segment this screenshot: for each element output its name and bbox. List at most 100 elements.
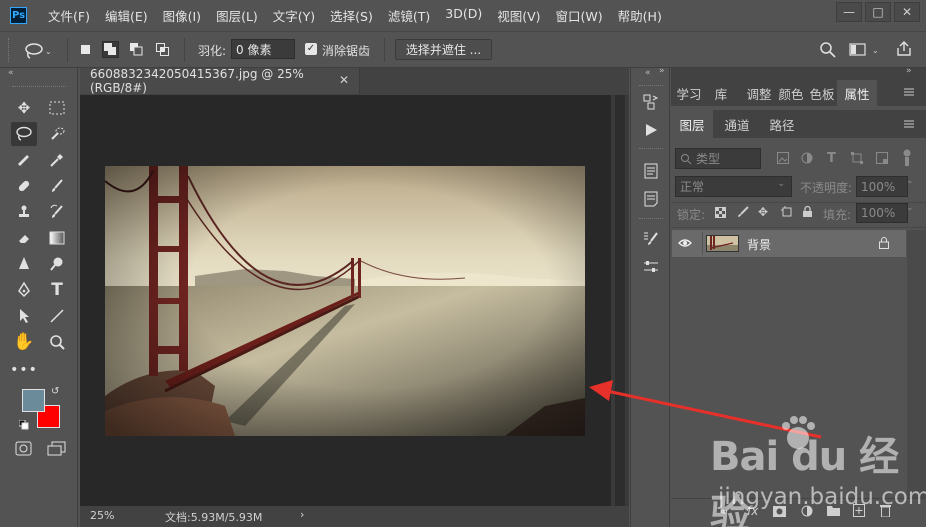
- crop-tool-icon[interactable]: [11, 148, 37, 172]
- chevron-down-icon[interactable]: ⌄: [906, 176, 914, 197]
- gradient-tool-icon[interactable]: [44, 226, 70, 250]
- dodge-tool-icon[interactable]: [44, 252, 70, 276]
- collapse-dock-icon[interactable]: »: [659, 66, 665, 76]
- tab-learn[interactable]: 学习: [671, 80, 707, 106]
- actions-play-icon[interactable]: [641, 120, 661, 140]
- foreground-color-swatch-top[interactable]: [22, 389, 45, 412]
- default-colors-icon[interactable]: [18, 419, 29, 430]
- filter-type-icon[interactable]: T: [827, 151, 836, 166]
- menu-layer[interactable]: 图层(L): [216, 6, 258, 25]
- eyedropper-tool-icon[interactable]: [44, 148, 70, 172]
- collapse-dock-right-icon[interactable]: »: [906, 66, 912, 76]
- clone-stamp-tool-icon[interactable]: [11, 200, 37, 224]
- close-icon[interactable]: ✕: [894, 2, 920, 22]
- collapse-icon[interactable]: «: [8, 68, 14, 78]
- feather-input[interactable]: 0 像素: [231, 39, 295, 59]
- path-selection-tool-icon[interactable]: [11, 304, 37, 328]
- brush-settings-icon[interactable]: [641, 229, 661, 249]
- line-tool-icon[interactable]: [44, 304, 70, 328]
- expand-panels-icon[interactable]: «: [645, 68, 651, 78]
- brush-tool-icon[interactable]: [44, 174, 70, 198]
- adjustments-sliders-icon[interactable]: [641, 257, 661, 277]
- tab-layers[interactable]: 图层: [671, 110, 713, 138]
- lock-all-icon[interactable]: [802, 205, 813, 218]
- quick-selection-tool-icon[interactable]: [44, 122, 70, 146]
- minimize-icon[interactable]: —: [836, 2, 862, 22]
- menu-window[interactable]: 窗口(W): [556, 6, 603, 25]
- strip-grip: [639, 148, 663, 149]
- lock-pixels-icon[interactable]: [737, 206, 749, 218]
- menu-help[interactable]: 帮助(H): [618, 6, 662, 25]
- baidu-jingyan-watermark: Bai du 经验 jingyan.baidu.com: [690, 416, 926, 527]
- close-tab-icon[interactable]: ✕: [339, 73, 349, 87]
- menu-3d[interactable]: 3D(D): [445, 6, 482, 25]
- document-tab[interactable]: 6608832342050415367.jpg @ 25%(RGB/8#) ✕: [80, 67, 360, 95]
- select-and-mask-button[interactable]: 选择并遮住 ...: [395, 39, 492, 60]
- layer-name[interactable]: 背景: [747, 236, 771, 253]
- zoom-level[interactable]: 25%: [90, 509, 114, 522]
- notes-panel-icon[interactable]: [641, 189, 661, 209]
- eraser-tool-icon[interactable]: [11, 226, 37, 250]
- menu-select[interactable]: 选择(S): [330, 6, 373, 25]
- move-tool-icon[interactable]: ✥: [11, 96, 37, 120]
- menu-image[interactable]: 图像(I): [163, 6, 201, 25]
- quick-mask-icon[interactable]: [15, 441, 32, 456]
- properties-panel-icon[interactable]: [641, 161, 661, 181]
- chevron-down-icon[interactable]: ⌄: [906, 203, 914, 223]
- filter-adjustment-icon[interactable]: [801, 152, 813, 164]
- swap-colors-icon[interactable]: ↺: [51, 386, 59, 397]
- filter-shape-icon[interactable]: [851, 152, 863, 164]
- tab-paths[interactable]: 路径: [761, 110, 803, 138]
- lock-transparent-icon[interactable]: [715, 207, 726, 218]
- history-panel-icon[interactable]: [641, 92, 661, 112]
- status-menu-chevron-icon[interactable]: ›: [300, 508, 304, 521]
- search-icon[interactable]: [819, 41, 837, 59]
- history-brush-tool-icon[interactable]: [44, 200, 70, 224]
- marquee-tool-icon[interactable]: [44, 96, 70, 120]
- screen-mode-icon[interactable]: [47, 441, 67, 456]
- panel-menu-icon[interactable]: [903, 86, 915, 98]
- maximize-icon[interactable]: □: [865, 2, 891, 22]
- lock-artboard-icon[interactable]: [781, 206, 793, 218]
- blur-tool-icon[interactable]: [11, 252, 37, 276]
- menu-type[interactable]: 文字(Y): [273, 6, 315, 25]
- tab-color[interactable]: 颜色: [775, 80, 807, 106]
- layer-filter-select[interactable]: 类型: [675, 148, 761, 169]
- lasso-tool-icon[interactable]: [11, 122, 37, 146]
- intersect-selection-button[interactable]: [154, 41, 171, 58]
- workspace-switcher[interactable]: ⌄: [849, 42, 883, 58]
- healing-brush-tool-icon[interactable]: [11, 174, 37, 198]
- subtract-selection-button[interactable]: [128, 41, 145, 58]
- menu-edit[interactable]: 编辑(E): [105, 6, 148, 25]
- tab-properties[interactable]: 属性: [837, 80, 877, 106]
- menu-file[interactable]: 文件(F): [48, 6, 90, 25]
- tool-preset-picker[interactable]: ⌄: [24, 41, 54, 61]
- blend-mode-select[interactable]: 正常 ⌄: [675, 176, 792, 197]
- antialias-checkbox[interactable]: ✓: [305, 43, 317, 55]
- tab-adjustments[interactable]: 调整: [743, 80, 775, 106]
- opacity-input[interactable]: 100%: [856, 176, 908, 197]
- fill-input[interactable]: 100%: [856, 203, 908, 223]
- golden-gate-photo[interactable]: [105, 166, 585, 436]
- filter-pixel-icon[interactable]: [777, 152, 789, 164]
- tab-swatches[interactable]: 色板: [807, 80, 837, 106]
- type-tool-icon[interactable]: T: [44, 278, 70, 302]
- tab-channels[interactable]: 通道: [715, 110, 759, 138]
- hand-tool-icon[interactable]: ✋: [11, 330, 37, 354]
- layer-row-background[interactable]: 背景: [672, 230, 906, 257]
- more-tools-icon[interactable]: •••: [10, 358, 37, 382]
- pen-tool-icon[interactable]: [11, 278, 37, 302]
- new-selection-button[interactable]: [77, 41, 94, 58]
- zoom-tool-icon[interactable]: [44, 330, 70, 354]
- layers-panel-menu-icon[interactable]: [903, 118, 915, 130]
- lock-position-icon[interactable]: ✥: [758, 205, 768, 219]
- filter-smart-object-icon[interactable]: [876, 152, 888, 164]
- add-selection-button[interactable]: [102, 41, 119, 58]
- visibility-eye-icon[interactable]: [678, 237, 692, 249]
- menu-view[interactable]: 视图(V): [497, 6, 540, 25]
- filter-toggle[interactable]: [903, 149, 911, 167]
- share-icon[interactable]: [895, 40, 913, 58]
- menu-filter[interactable]: 滤镜(T): [388, 6, 430, 25]
- tab-libraries[interactable]: 库: [707, 80, 735, 106]
- add-selection-icon: [104, 43, 116, 55]
